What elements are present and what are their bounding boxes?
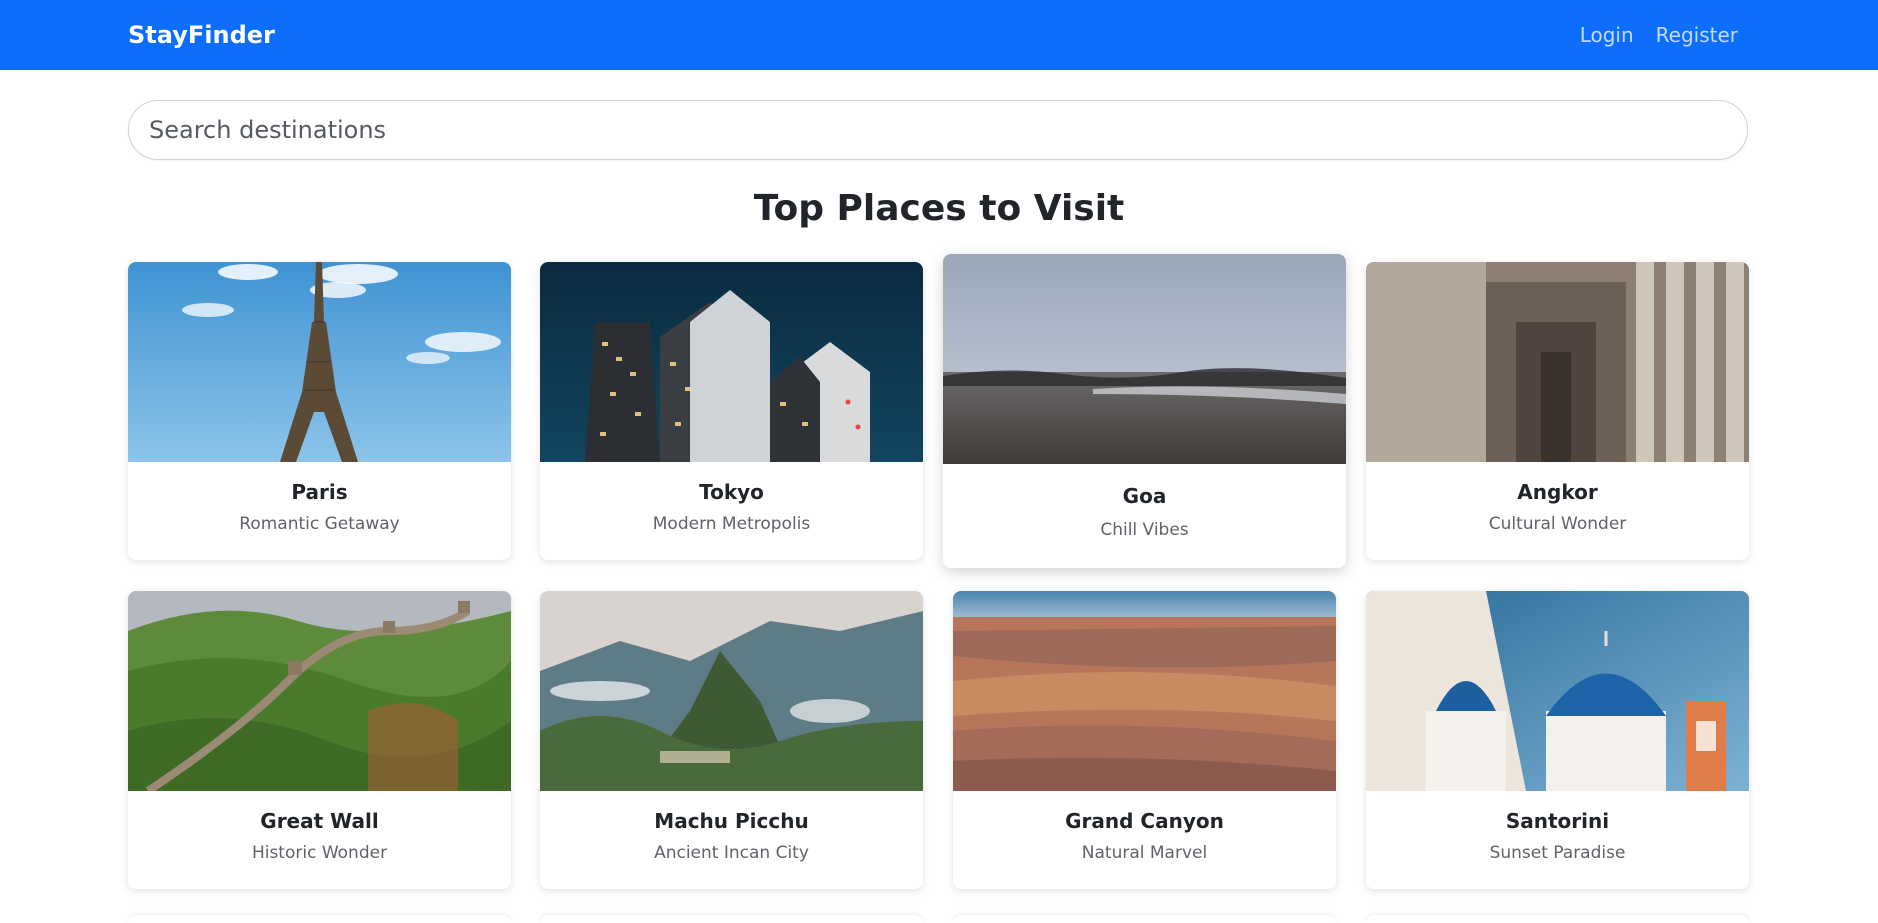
destination-name: Machu Picchu [654, 809, 809, 833]
destination-card-goa[interactable]: Goa Chill Vibes [943, 254, 1346, 568]
beach-photo [943, 254, 1346, 464]
search-bar [128, 100, 1748, 160]
destination-card-angkor[interactable]: Angkor Cultural Wonder [1366, 262, 1749, 560]
destination-image [540, 591, 923, 791]
login-link[interactable]: Login [1580, 23, 1634, 47]
top-navbar: StayFinder Login Register [0, 0, 1878, 70]
next-row-card [953, 915, 1336, 923]
destination-image [943, 254, 1346, 464]
destination-name: Grand Canyon [1065, 809, 1224, 833]
great-wall-photo [128, 591, 511, 791]
destination-image [953, 591, 1336, 791]
destination-tagline: Modern Metropolis [652, 514, 811, 534]
destination-tagline: Historic Wonder [251, 843, 388, 863]
destination-name: Angkor [1517, 480, 1598, 504]
destination-name: Great Wall [260, 809, 379, 833]
next-row-card [1366, 915, 1749, 923]
canyon-photo [953, 591, 1336, 791]
destination-image [128, 591, 511, 791]
destination-tagline: Ancient Incan City [654, 843, 809, 863]
brand-logo[interactable]: StayFinder [128, 0, 275, 70]
destination-tagline: Natural Marvel [1081, 843, 1208, 863]
destination-card-tokyo[interactable]: Tokyo Modern Metropolis [540, 262, 923, 560]
destination-card-santorini[interactable]: Santorini Sunset Paradise [1366, 591, 1749, 889]
destination-tagline: Chill Vibes [1100, 520, 1189, 540]
destination-name: Goa [1122, 484, 1167, 508]
destination-name: Santorini [1505, 809, 1610, 833]
destination-card-machu-picchu[interactable]: Machu Picchu Ancient Incan City [540, 591, 923, 889]
destination-image [128, 262, 511, 462]
destination-image [540, 262, 923, 462]
page-title: Top Places to Visit [753, 188, 1125, 229]
mountain-ruins-photo [540, 591, 923, 791]
register-link[interactable]: Register [1656, 23, 1738, 47]
next-row-card [128, 915, 511, 923]
destination-image [1366, 262, 1749, 462]
destination-card-paris[interactable]: Paris Romantic Getaway [128, 262, 511, 560]
skyscrapers-night-photo [540, 262, 923, 462]
destination-card-great-wall[interactable]: Great Wall Historic Wonder [128, 591, 511, 889]
destination-tagline: Cultural Wonder [1488, 514, 1627, 534]
next-row-card [540, 915, 923, 923]
search-input[interactable] [128, 100, 1748, 160]
destination-tagline: Sunset Paradise [1489, 843, 1626, 863]
destination-tagline: Romantic Getaway [239, 514, 400, 534]
destination-name: Paris [291, 480, 348, 504]
nav-links: Login Register [1580, 0, 1738, 70]
temple-corridor-photo [1366, 262, 1749, 462]
destination-image [1366, 591, 1749, 791]
destination-card-grand-canyon[interactable]: Grand Canyon Natural Marvel [953, 591, 1336, 889]
blue-dome-church-photo [1366, 591, 1749, 791]
eiffel-tower-photo [128, 262, 511, 462]
destination-name: Tokyo [699, 480, 764, 504]
